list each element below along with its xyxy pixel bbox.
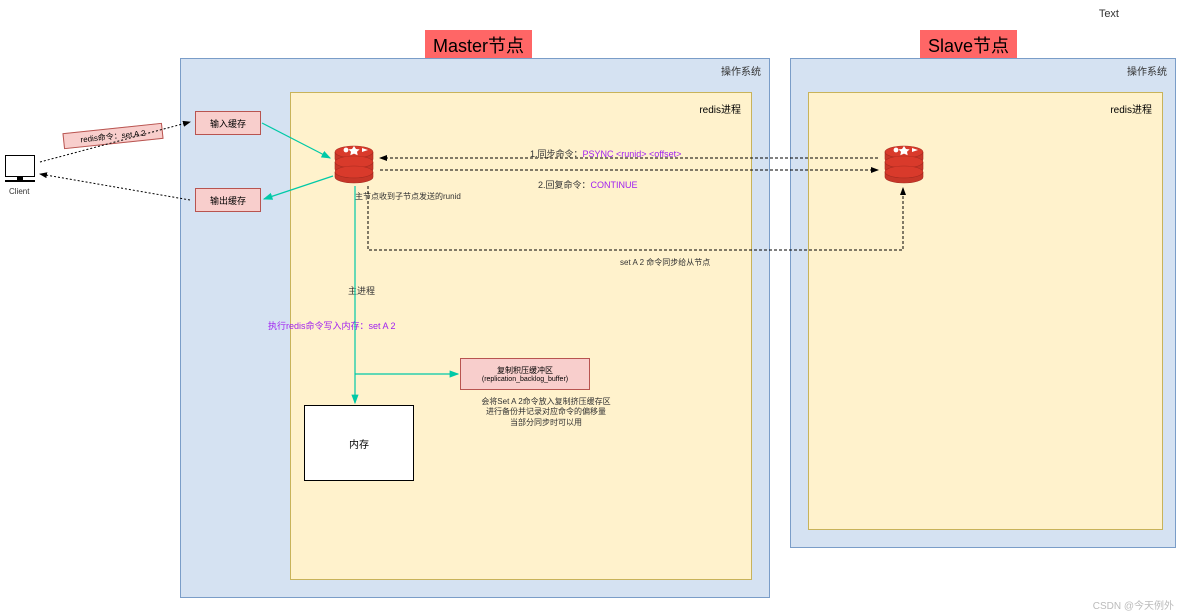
redis-icon-master (332, 140, 376, 186)
os-label-master: 操作系统 (721, 63, 761, 78)
set-sync-label: set A 2 命令同步给从节点 (620, 257, 710, 268)
client-icon (5, 155, 35, 182)
reply-label: 2.回复命令：CONTINUE (538, 178, 638, 191)
backlog-box: 复制积压缓冲区 (replication_backlog_buffer) (460, 358, 590, 390)
runid-label: 主节点收到子节点发送的runid (355, 191, 461, 202)
main-process-label: 主进程 (348, 284, 375, 297)
process-label-slave: redis进程 (1110, 101, 1152, 116)
redis-icon-slave (882, 140, 926, 186)
master-title: Master节点 (425, 30, 532, 60)
backlog-line1: 复制积压缓冲区 (497, 365, 553, 376)
memory-box: 内存 (304, 405, 414, 481)
backlog-notes: 会将Set A 2命令放入复制挤压缓存区 进行备份并记录对应命令的偏移量 当部分… (476, 397, 616, 428)
sync-label: 1.同步命令：PSYNC <runid> <offset> (530, 147, 681, 160)
backlog-line2: (replication_backlog_buffer) (482, 376, 568, 383)
stray-text: Text (1099, 8, 1119, 20)
process-label-master: redis进程 (699, 101, 741, 116)
input-buffer: 输入缓存 (195, 111, 261, 135)
execute-label: 执行redis命令写入内存：set A 2 (268, 319, 396, 332)
os-label-slave: 操作系统 (1127, 63, 1167, 78)
client-label: Client (9, 187, 29, 196)
output-buffer: 输出缓存 (195, 188, 261, 212)
watermark: CSDN @今天例外 (1093, 597, 1174, 612)
slave-process-box: redis进程 (808, 92, 1163, 530)
slave-title: Slave节点 (920, 30, 1017, 60)
client-command-label: redis命令：set A 2 (62, 123, 163, 149)
